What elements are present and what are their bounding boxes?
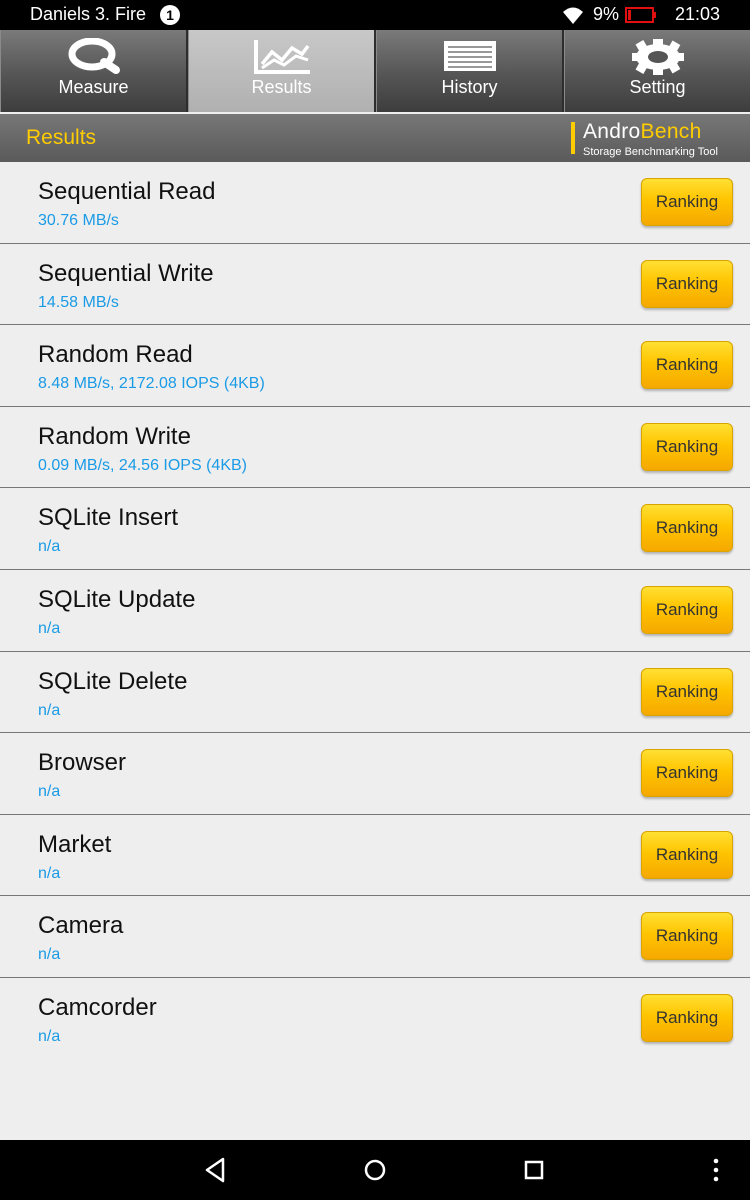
list-icon [443,41,496,71]
result-row-camera: Camera n/a Ranking [0,896,750,978]
notification-count-badge: 1 [160,4,181,25]
result-value: 8.48 MB/s, 2172.08 IOPS (4KB) [38,375,265,393]
tab-label: Setting [629,77,686,97]
ranking-button[interactable]: Ranking [641,504,733,553]
ranking-button[interactable]: Ranking [641,259,733,308]
back-icon[interactable] [199,1154,231,1186]
magnifier-icon [68,38,120,74]
result-name: Random Read [38,341,193,369]
result-name: Random Write [38,422,191,450]
ranking-button[interactable]: Ranking [641,341,733,390]
ranking-button[interactable]: Ranking [641,912,733,961]
result-name: SQLite Update [38,585,196,613]
logo-part1: Andro [583,120,641,143]
result-name: Market [38,830,112,858]
result-name: SQLite Delete [38,667,188,695]
result-row-sqlite-update: SQLite Update n/a Ranking [0,570,750,652]
battery-icon [624,6,656,23]
device-name: Daniels 3. Fire [30,4,147,24]
status-left: Daniels 3. Fire 1 [30,4,181,25]
logo-tagline: Storage Benchmarking Tool [583,146,718,158]
result-row-random-write: Random Write 0.09 MB/s, 24.56 IOPS (4KB)… [0,407,750,489]
result-row-camcorder: Camcorder n/a Ranking [0,978,750,1060]
result-name: Sequential Read [38,178,216,205]
result-value: n/a [38,538,61,556]
home-icon[interactable] [359,1154,391,1186]
ranking-button[interactable]: Ranking [641,749,733,798]
result-name: Sequential Write [38,259,214,287]
wifi-icon [562,7,583,24]
tab-results[interactable]: Results [188,30,376,112]
results-header: Results AndroBench Storage Benchmarking … [0,114,750,162]
result-row-random-read: Random Read 8.48 MB/s, 2172.08 IOPS (4KB… [0,325,750,407]
logo-brand: AndroBench [583,120,702,144]
gear-icon [631,39,684,75]
tab-label: History [441,77,498,97]
ranking-button[interactable]: Ranking [641,178,733,226]
logo-bar [571,122,575,154]
tab-label: Results [251,77,312,97]
tab-label: Measure [58,77,129,97]
result-value: n/a [38,701,61,719]
battery-level: 9% [592,4,619,24]
result-value: 0.09 MB/s, 24.56 IOPS (4KB) [38,456,247,474]
result-value: n/a [38,783,61,801]
result-name: Camcorder [38,993,157,1021]
tab-bar: Measure Results History Setting [0,30,750,112]
result-row-sqlite-delete: SQLite Delete n/a Ranking [0,652,750,734]
page-title: Results [26,126,97,149]
result-row-browser: Browser n/a Ranking [0,733,750,815]
result-value: 14.58 MB/s [38,293,119,311]
result-value: n/a [38,1027,61,1045]
clock: 21:03 [674,4,720,24]
tab-measure[interactable]: Measure [0,30,188,112]
status-right: 9% 21:03 [561,4,720,25]
result-row-market: Market n/a Ranking [0,815,750,897]
results-list: Sequential Read 30.76 MB/s Ranking Seque… [0,162,750,1060]
ranking-button[interactable]: Ranking [641,422,733,471]
status-bar: Daniels 3. Fire 1 9% 21:03 [0,0,750,30]
ranking-button[interactable]: Ranking [641,993,733,1042]
recents-icon[interactable] [518,1154,550,1186]
result-row-sequential-write: Sequential Write 14.58 MB/s Ranking [0,244,750,326]
navigation-bar [0,1140,750,1200]
tab-setting[interactable]: Setting [564,30,750,112]
more-icon[interactable] [700,1154,732,1186]
ranking-button[interactable]: Ranking [641,585,733,634]
tab-history[interactable]: History [376,30,564,112]
androbench-logo: AndroBench Storage Benchmarking Tool [571,120,736,158]
result-value: n/a [38,619,61,637]
chart-icon [253,40,310,74]
result-value: n/a [38,864,61,882]
ranking-button[interactable]: Ranking [641,830,733,879]
result-value: 30.76 MB/s [38,212,119,229]
ranking-button[interactable]: Ranking [641,667,733,716]
result-row-sequential-read: Sequential Read 30.76 MB/s Ranking [0,162,750,244]
result-name: Camera [38,912,124,940]
result-value: n/a [38,946,61,964]
logo-part2: Bench [640,120,702,143]
result-row-sqlite-insert: SQLite Insert n/a Ranking [0,488,750,570]
result-name: SQLite Insert [38,504,179,532]
result-name: Browser [38,749,127,777]
